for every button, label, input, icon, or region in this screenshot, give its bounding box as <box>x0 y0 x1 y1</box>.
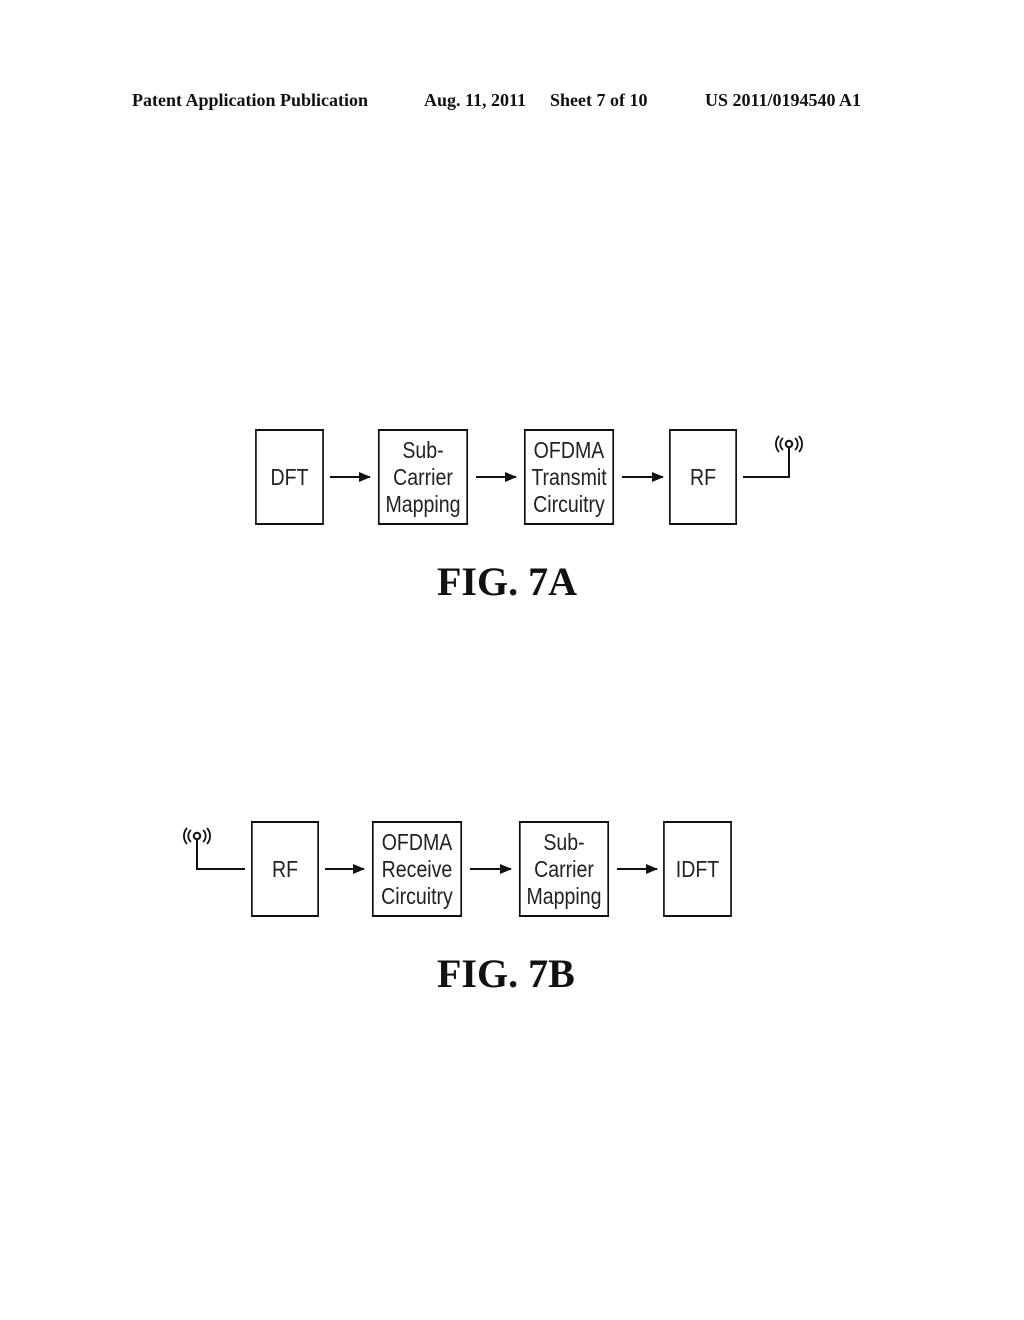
block-label-line: OFDMA <box>533 436 605 463</box>
block-label-line: RF <box>689 463 717 490</box>
block-subcarrier-mapping: Sub- Carrier Mapping <box>518 821 610 917</box>
block-subcarrier-mapping: Sub- Carrier Mapping <box>377 429 469 525</box>
block-label-line: IDFT <box>675 855 720 882</box>
block-label-line: Carrier <box>534 855 594 882</box>
block-idft: IDFT <box>663 821 732 917</box>
block-label-line: Mapping <box>385 490 461 517</box>
rf-to-antenna-line <box>743 448 790 478</box>
block-label-line: Mapping <box>526 882 602 909</box>
block-label-line: Circuitry <box>381 882 453 909</box>
block-label-line: Sub- <box>402 436 444 463</box>
block-label-line: Carrier <box>393 463 453 490</box>
figure-caption-7b: FIG. 7B <box>437 951 575 996</box>
block-label-line: DFT <box>270 463 309 490</box>
antenna-to-rf-line <box>196 840 245 870</box>
block-dft: DFT <box>255 429 324 525</box>
block-rf: RF <box>669 429 737 525</box>
block-label-line: RF <box>271 855 299 882</box>
block-label-line: OFDMA <box>381 828 453 855</box>
connector-lines <box>183 435 803 874</box>
block-label-line: Transmit <box>531 463 607 490</box>
block-label-line: Circuitry <box>533 490 605 517</box>
block-ofdma-receive: OFDMA Receive Circuitry <box>371 821 463 917</box>
figure-caption-7a: FIG. 7A <box>437 559 577 604</box>
block-label-line: Receive <box>381 855 453 882</box>
block-ofdma-transmit: OFDMA Transmit Circuitry <box>523 429 615 525</box>
block-label-line: Sub- <box>543 828 585 855</box>
block-rf: RF <box>251 821 319 917</box>
